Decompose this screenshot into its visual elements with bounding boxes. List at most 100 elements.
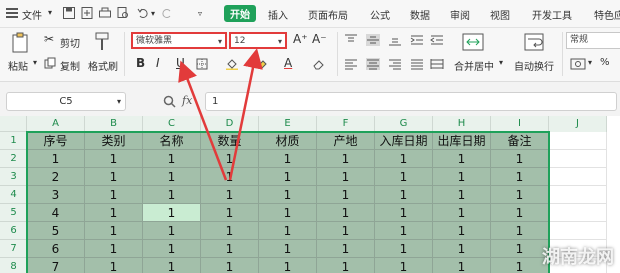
file-menu[interactable]: 文件	[22, 7, 42, 22]
header-cell[interactable]: 出库日期	[433, 132, 491, 150]
chevron-down-icon[interactable]: ▾	[48, 8, 52, 17]
table-cell[interactable]: 6	[27, 240, 85, 258]
column-header-b[interactable]: B	[85, 116, 143, 132]
header-cell[interactable]: 名称	[143, 132, 201, 150]
column-header-j[interactable]: J	[549, 116, 607, 132]
tab-data[interactable]: 数据	[410, 7, 430, 22]
row-header-6[interactable]: 6	[0, 222, 27, 240]
scissors-icon[interactable]: ✂	[44, 32, 54, 46]
column-header-a[interactable]: A	[27, 116, 85, 132]
table-cell[interactable]: 1	[433, 186, 491, 204]
row-header-2[interactable]: 2	[0, 150, 27, 168]
column-header-i[interactable]: I	[491, 116, 549, 132]
currency-dropdown-icon[interactable]: ▾	[588, 58, 592, 67]
more-icon[interactable]: ▿	[198, 9, 202, 18]
table-cell[interactable]: 1	[433, 222, 491, 240]
table-cell[interactable]	[549, 222, 607, 240]
tab-formulas[interactable]: 公式	[370, 7, 390, 22]
outdent-icon[interactable]	[430, 34, 444, 46]
undo-dropdown-icon[interactable]: ▾	[151, 9, 155, 18]
table-cell[interactable]: 1	[201, 258, 259, 273]
table-cell[interactable]: 1	[85, 168, 143, 186]
export-icon[interactable]	[80, 6, 94, 20]
table-cell[interactable]: 1	[317, 258, 375, 273]
undo-icon[interactable]	[136, 6, 150, 20]
paste-icon[interactable]	[10, 32, 30, 54]
tab-insert[interactable]: 插入	[268, 7, 288, 22]
table-cell[interactable]: 1	[491, 222, 549, 240]
fx-icon[interactable]: fx	[182, 94, 192, 107]
table-cell[interactable]: 1	[317, 150, 375, 168]
tab-home[interactable]: 开始	[224, 5, 256, 22]
copy-icon[interactable]	[44, 57, 56, 69]
table-cell[interactable]: 1	[375, 204, 433, 222]
table-cell[interactable]: 1	[259, 240, 317, 258]
wrap-text-icon[interactable]	[524, 32, 544, 52]
table-cell[interactable]	[549, 168, 607, 186]
redo-icon[interactable]	[160, 6, 174, 20]
table-cell[interactable]: 1	[85, 150, 143, 168]
table-cell[interactable]: 1	[433, 150, 491, 168]
table-cell[interactable]: 1	[259, 168, 317, 186]
table-cell[interactable]: 1	[491, 150, 549, 168]
table-cell[interactable]: 1	[143, 222, 201, 240]
header-cell[interactable]: 材质	[259, 132, 317, 150]
name-box[interactable]: C5 ▾	[6, 92, 126, 111]
align-bottom-icon[interactable]	[388, 34, 402, 46]
table-cell[interactable]: 1	[375, 186, 433, 204]
table-cell[interactable]: 3	[27, 186, 85, 204]
percent-icon[interactable]: %	[600, 57, 610, 68]
paint-bucket-icon[interactable]	[256, 58, 268, 70]
table-cell[interactable]: 5	[27, 222, 85, 240]
align-center-icon[interactable]	[366, 58, 380, 70]
row-header-7[interactable]: 7	[0, 240, 27, 258]
table-cell[interactable]	[549, 186, 607, 204]
format-painter-icon[interactable]	[94, 32, 110, 52]
tab-page-layout[interactable]: 页面布局	[308, 7, 348, 22]
table-cell[interactable]: 1	[375, 240, 433, 258]
zoom-icon[interactable]	[163, 95, 176, 108]
font-color-icon[interactable]: A	[284, 56, 292, 70]
row-header-3[interactable]: 3	[0, 168, 27, 186]
table-cell[interactable]: 1	[433, 204, 491, 222]
italic-button[interactable]: I	[156, 56, 160, 70]
tab-review[interactable]: 审阅	[450, 7, 470, 22]
hamburger-icon[interactable]	[6, 8, 18, 18]
table-cell[interactable]: 1	[143, 186, 201, 204]
formula-input[interactable]: 1	[205, 92, 617, 111]
column-header-g[interactable]: G	[375, 116, 433, 132]
table-cell[interactable]	[549, 204, 607, 222]
table-cell[interactable]: 1	[259, 258, 317, 273]
select-all-corner[interactable]	[0, 116, 27, 132]
table-cell[interactable]: 1	[85, 222, 143, 240]
table-cell[interactable]: 1	[317, 204, 375, 222]
tab-developer[interactable]: 开发工具	[532, 7, 572, 22]
merge-center-icon[interactable]	[462, 32, 484, 52]
table-cell[interactable]: 1	[259, 186, 317, 204]
table-cell[interactable]: 1	[375, 222, 433, 240]
wrap-text-button[interactable]: 自动换行	[514, 58, 554, 73]
header-cell[interactable]	[549, 132, 607, 150]
table-cell[interactable]: 1	[143, 150, 201, 168]
row-header-1[interactable]: 1	[0, 132, 27, 150]
bold-button[interactable]: B	[136, 56, 145, 70]
header-cell[interactable]: 入库日期	[375, 132, 433, 150]
currency-icon[interactable]	[570, 58, 586, 70]
table-cell[interactable]: 1	[85, 240, 143, 258]
table-cell[interactable]: 1	[491, 186, 549, 204]
table-cell[interactable]: 1	[375, 258, 433, 273]
table-cell[interactable]: 1	[491, 240, 549, 258]
table-cell[interactable]: 7	[27, 258, 85, 273]
font-name-select[interactable]: 微软雅黑 ▾	[131, 32, 227, 49]
table-cell[interactable]: 1	[375, 150, 433, 168]
font-size-select[interactable]: 12 ▾	[229, 32, 287, 49]
column-header-h[interactable]: H	[433, 116, 491, 132]
merge-center-button[interactable]: 合并居中	[454, 58, 494, 73]
column-header-e[interactable]: E	[259, 116, 317, 132]
table-cell[interactable]: 1	[201, 204, 259, 222]
align-top-icon[interactable]	[344, 34, 358, 46]
table-cell[interactable]: 1	[259, 150, 317, 168]
table-cell[interactable]: 1	[201, 240, 259, 258]
table-cell[interactable]: 1	[85, 186, 143, 204]
table-cell[interactable]: 1	[491, 168, 549, 186]
